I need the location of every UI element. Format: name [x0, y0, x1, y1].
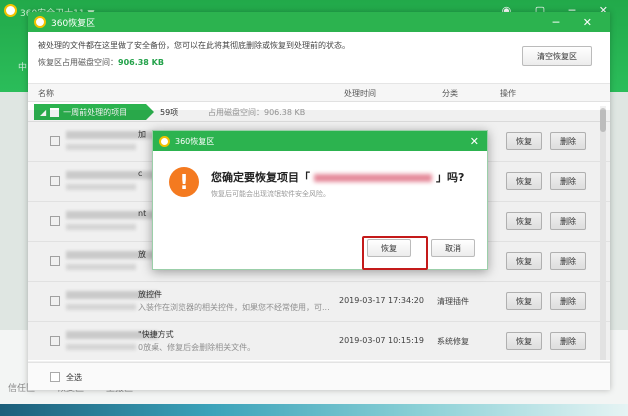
disk-usage: 恢复区占用磁盘空间：906.38 KB [38, 57, 600, 68]
warning-icon: ! [169, 167, 199, 197]
dialog-question: 您确定要恢复项目「 」吗? [211, 169, 464, 185]
app-logo-icon [4, 4, 17, 17]
select-all-checkbox[interactable] [50, 372, 60, 382]
dialog-close-icon[interactable]: ✕ [470, 135, 479, 148]
recovery-window-titlebar: 360恢复区 ─ ✕ [28, 12, 610, 32]
clear-recovery-button[interactable]: 清空恢复区 [522, 46, 592, 66]
header-action: 操作 [500, 89, 516, 98]
dialog-cancel-button[interactable]: 取消 [431, 239, 475, 257]
question-suffix: 」吗? [436, 171, 465, 184]
disk-usage-label: 恢复区占用磁盘空间： [38, 58, 118, 67]
disk-usage-value: 906.38 KB [118, 58, 164, 67]
recovery-description: 被处理的文件都在这里做了安全备份，您可以在此将其彻底删除或恢复到处理前的状态。 [38, 41, 350, 50]
table-header: 名称 处理时间 分类 操作 [28, 84, 610, 102]
header-time: 处理时间 [344, 89, 376, 98]
header-name: 名称 [38, 89, 54, 98]
dialog-logo-icon [159, 135, 170, 147]
recovery-info: 被处理的文件都在这里做了安全备份，您可以在此将其彻底删除或恢复到处理前的状态。 … [28, 32, 610, 84]
recovery-window-title: 360恢复区 [51, 18, 96, 29]
confirm-restore-dialog: 360恢复区 ✕ ! 您确定要恢复项目「 」吗? 恢复后可能会出现流氓软件安全风险… [152, 130, 488, 270]
main-window-side-text: 中 [18, 63, 28, 73]
recovery-logo-icon [34, 16, 46, 28]
restore-highlight-box [362, 236, 428, 270]
select-all-label[interactable]: 全选 [66, 372, 82, 383]
dialog-hint: 恢复后可能会出现流氓软件安全风险。 [211, 190, 330, 198]
recovery-window-controls[interactable]: ─ ✕ [553, 16, 602, 29]
redacted-item-name [314, 174, 432, 182]
dialog-titlebar: 360恢复区 ✕ [153, 131, 487, 151]
header-category: 分类 [442, 89, 458, 98]
question-prefix: 您确定要恢复项目「 [211, 171, 310, 184]
list-footer: 全选 [28, 362, 610, 390]
dialog-title: 360恢复区 [175, 136, 215, 146]
desktop-strip [0, 404, 628, 416]
